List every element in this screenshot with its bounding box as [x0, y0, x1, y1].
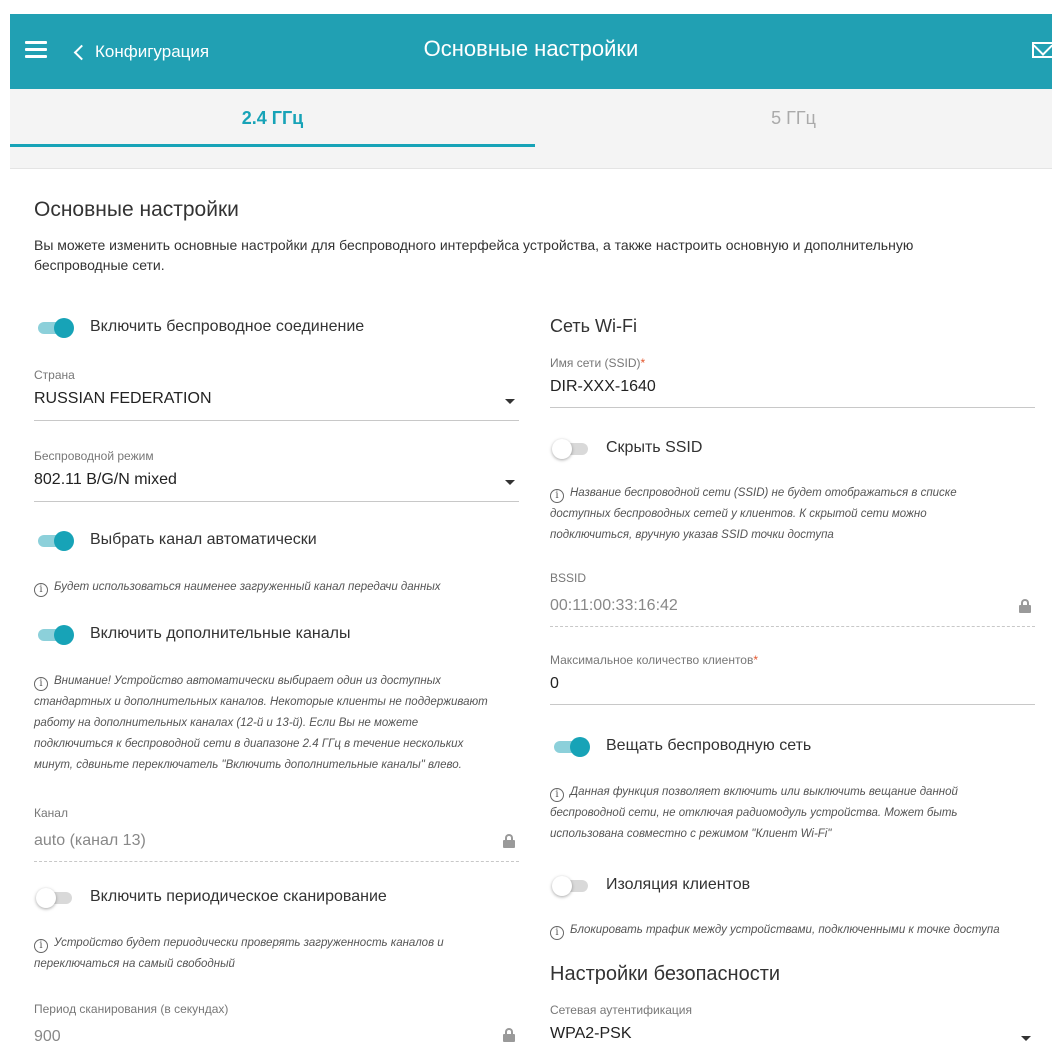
wireless-mode-select[interactable]: Беспроводной режим 802.11 B/G/N mixed [34, 449, 519, 502]
max-clients-label: Максимальное количество клиентов* [550, 653, 759, 667]
security-title: Настройки безопасности [550, 963, 781, 985]
broadcast-toggle[interactable]: Вещать беспроводную сеть [552, 737, 812, 757]
info-icon: i [34, 583, 48, 597]
channel-value: auto (канал 13) [34, 832, 146, 849]
extra-channels-hint: i Внимание! Устройство автоматически выби… [34, 675, 488, 771]
broadcast-label: Вещать беспроводную сеть [606, 737, 812, 754]
info-icon: i [34, 677, 48, 691]
caret-down-icon [505, 399, 515, 404]
info-icon: i [34, 939, 48, 953]
ssid-label: Имя сети (SSID)* [550, 356, 646, 370]
periodic-scan-label: Включить периодическое сканирование [90, 888, 387, 905]
broadcast-hint: i Данная функция позволяет включить или в… [550, 786, 958, 840]
bssid-field: BSSID 00:11:00:33:16:42 [550, 571, 1035, 627]
auth-value: WPA2-PSK [550, 1025, 632, 1042]
scan-period-value: 900 [34, 1028, 61, 1045]
auto-channel-hint: i Будет использоваться наименее загруженн… [34, 577, 441, 598]
tab-2-4ghz[interactable]: 2.4 ГГц [10, 89, 535, 147]
periodic-scan-hint: i Устройство будет периодически проверять… [34, 937, 444, 970]
isolation-toggle[interactable]: Изоляция клиентов [552, 876, 751, 896]
switch-off[interactable] [36, 888, 74, 908]
info-icon: i [550, 788, 564, 802]
ssid-value[interactable]: DIR-XXX-1640 [550, 378, 1035, 396]
auto-channel-toggle[interactable]: Выбрать канал автоматически [36, 531, 317, 551]
isolation-label: Изоляция клиентов [606, 876, 751, 893]
caret-down-icon [505, 480, 515, 485]
lock-icon [503, 1028, 515, 1042]
section-description: Вы можете изменить основные настройки дл… [34, 237, 914, 273]
auth-label: Сетевая аутентификация [550, 1003, 692, 1017]
channel-field: Канал auto (канал 13) [34, 806, 519, 862]
periodic-scan-toggle[interactable]: Включить периодическое сканирование [36, 888, 387, 908]
tabs-divider [10, 147, 1052, 169]
max-clients-value[interactable]: 0 [550, 675, 1035, 693]
lock-icon [1019, 599, 1031, 613]
enable-wireless-toggle[interactable]: Включить беспроводное соединение [36, 318, 365, 338]
auth-select[interactable]: Сетевая аутентификация WPA2-PSK [550, 1003, 1035, 1054]
info-icon: i [550, 926, 564, 940]
switch-on[interactable] [36, 531, 74, 551]
channel-label: Канал [34, 806, 68, 820]
tab-5ghz[interactable]: 5 ГГц [535, 89, 1052, 147]
lock-icon [503, 834, 515, 848]
band-tabs: 2.4 ГГц 5 ГГц [10, 89, 1052, 147]
page-title: Основные настройки [423, 36, 639, 61]
mail-icon[interactable] [1032, 42, 1052, 58]
caret-down-icon [1021, 1036, 1031, 1041]
mode-label: Беспроводной режим [34, 449, 154, 463]
hide-ssid-label: Скрыть SSID [606, 439, 703, 456]
scan-period-label: Период сканирования (в секундах) [34, 1002, 229, 1016]
hide-ssid-hint: i Название беспроводной сети (SSID) не бу… [550, 487, 957, 541]
info-icon: i [550, 489, 564, 503]
enable-wireless-label: Включить беспроводное соединение [90, 318, 365, 335]
hide-ssid-toggle[interactable]: Скрыть SSID [552, 439, 703, 459]
isolation-hint: i Блокировать трафик между устройствами, … [550, 920, 1000, 941]
auto-channel-label: Выбрать канал автоматически [90, 531, 317, 548]
wifi-network-title: Сеть Wi-Fi [550, 316, 638, 336]
section-title: Основные настройки [34, 198, 239, 221]
switch-on[interactable] [36, 625, 74, 645]
mode-value: 802.11 B/G/N mixed [34, 471, 177, 488]
country-select[interactable]: Страна RUSSIAN FEDERATION [34, 368, 519, 421]
scan-period-field: Период сканирования (в секундах) 900 [34, 1002, 519, 1054]
max-clients-field[interactable]: Максимальное количество клиентов* 0 [550, 653, 1035, 705]
country-value: RUSSIAN FEDERATION [34, 390, 212, 407]
ssid-field[interactable]: Имя сети (SSID)* DIR-XXX-1640 [550, 356, 1035, 408]
country-label: Страна [34, 368, 75, 382]
switch-on[interactable] [36, 318, 74, 338]
extra-channels-toggle[interactable]: Включить дополнительные каналы [36, 625, 351, 645]
switch-off[interactable] [552, 876, 590, 896]
bssid-label: BSSID [550, 571, 587, 585]
switch-off[interactable] [552, 439, 590, 459]
top-header: Конфигурация Основные настройки [10, 14, 1052, 89]
extra-channels-label: Включить дополнительные каналы [90, 625, 351, 642]
bssid-value: 00:11:00:33:16:42 [550, 597, 678, 614]
switch-on[interactable] [552, 737, 590, 757]
